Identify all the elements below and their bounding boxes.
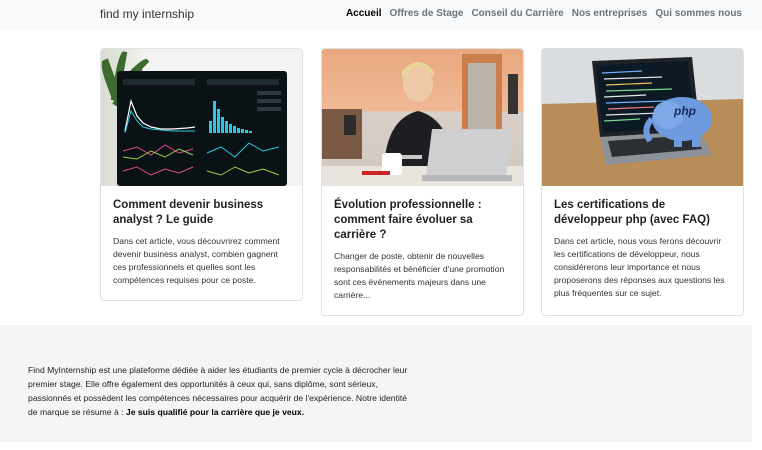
navbar: find my internship Accueil Offres de Sta… (0, 0, 762, 30)
nav-link-conseil-carriere[interactable]: Conseil du Carrière (471, 8, 563, 19)
svg-text:php: php (673, 104, 696, 118)
card-title[interactable]: Comment devenir business analyst ? Le gu… (113, 198, 290, 228)
analytics-dashboard-image (101, 49, 302, 186)
article-card-evolution-professionnelle[interactable]: Évolution professionnelle : comment fair… (321, 48, 524, 316)
nav-link-accueil[interactable]: Accueil (346, 8, 382, 19)
monitor-screen (117, 71, 287, 186)
card-text: Dans cet article, nous vous ferons décou… (554, 236, 725, 298)
brand-link[interactable]: find my internship (100, 7, 194, 21)
article-card-business-analyst[interactable]: Comment devenir business analyst ? Le gu… (100, 48, 303, 301)
card-text: Dans cet article, vous découvrirez comme… (113, 236, 280, 285)
card-text: Changer de poste, obtenir de nouvelles r… (334, 251, 505, 300)
nav-links: Accueil Offres de Stage Conseil du Carri… (346, 8, 742, 19)
article-card-certifications-php[interactable]: php Les certifications de développeur ph… (541, 48, 744, 316)
woman-laptop-image (322, 49, 523, 186)
footer: Find MyInternship est une plateforme déd… (0, 325, 752, 442)
nav-link-offres-de-stage[interactable]: Offres de Stage (390, 8, 464, 19)
nav-link-qui-sommes-nous[interactable]: Qui sommes nous (655, 8, 742, 19)
php-elephant-laptop-image: php (542, 49, 743, 186)
card-title[interactable]: Les certifications de développeur php (a… (554, 198, 731, 228)
card-title[interactable]: Évolution professionnelle : comment fair… (334, 198, 511, 243)
footer-description: Find MyInternship est une plateforme déd… (28, 363, 413, 419)
footer-motto: Je suis qualifié pour la carrière que je… (125, 407, 305, 417)
nav-link-nos-entreprises[interactable]: Nos entreprises (572, 8, 648, 19)
